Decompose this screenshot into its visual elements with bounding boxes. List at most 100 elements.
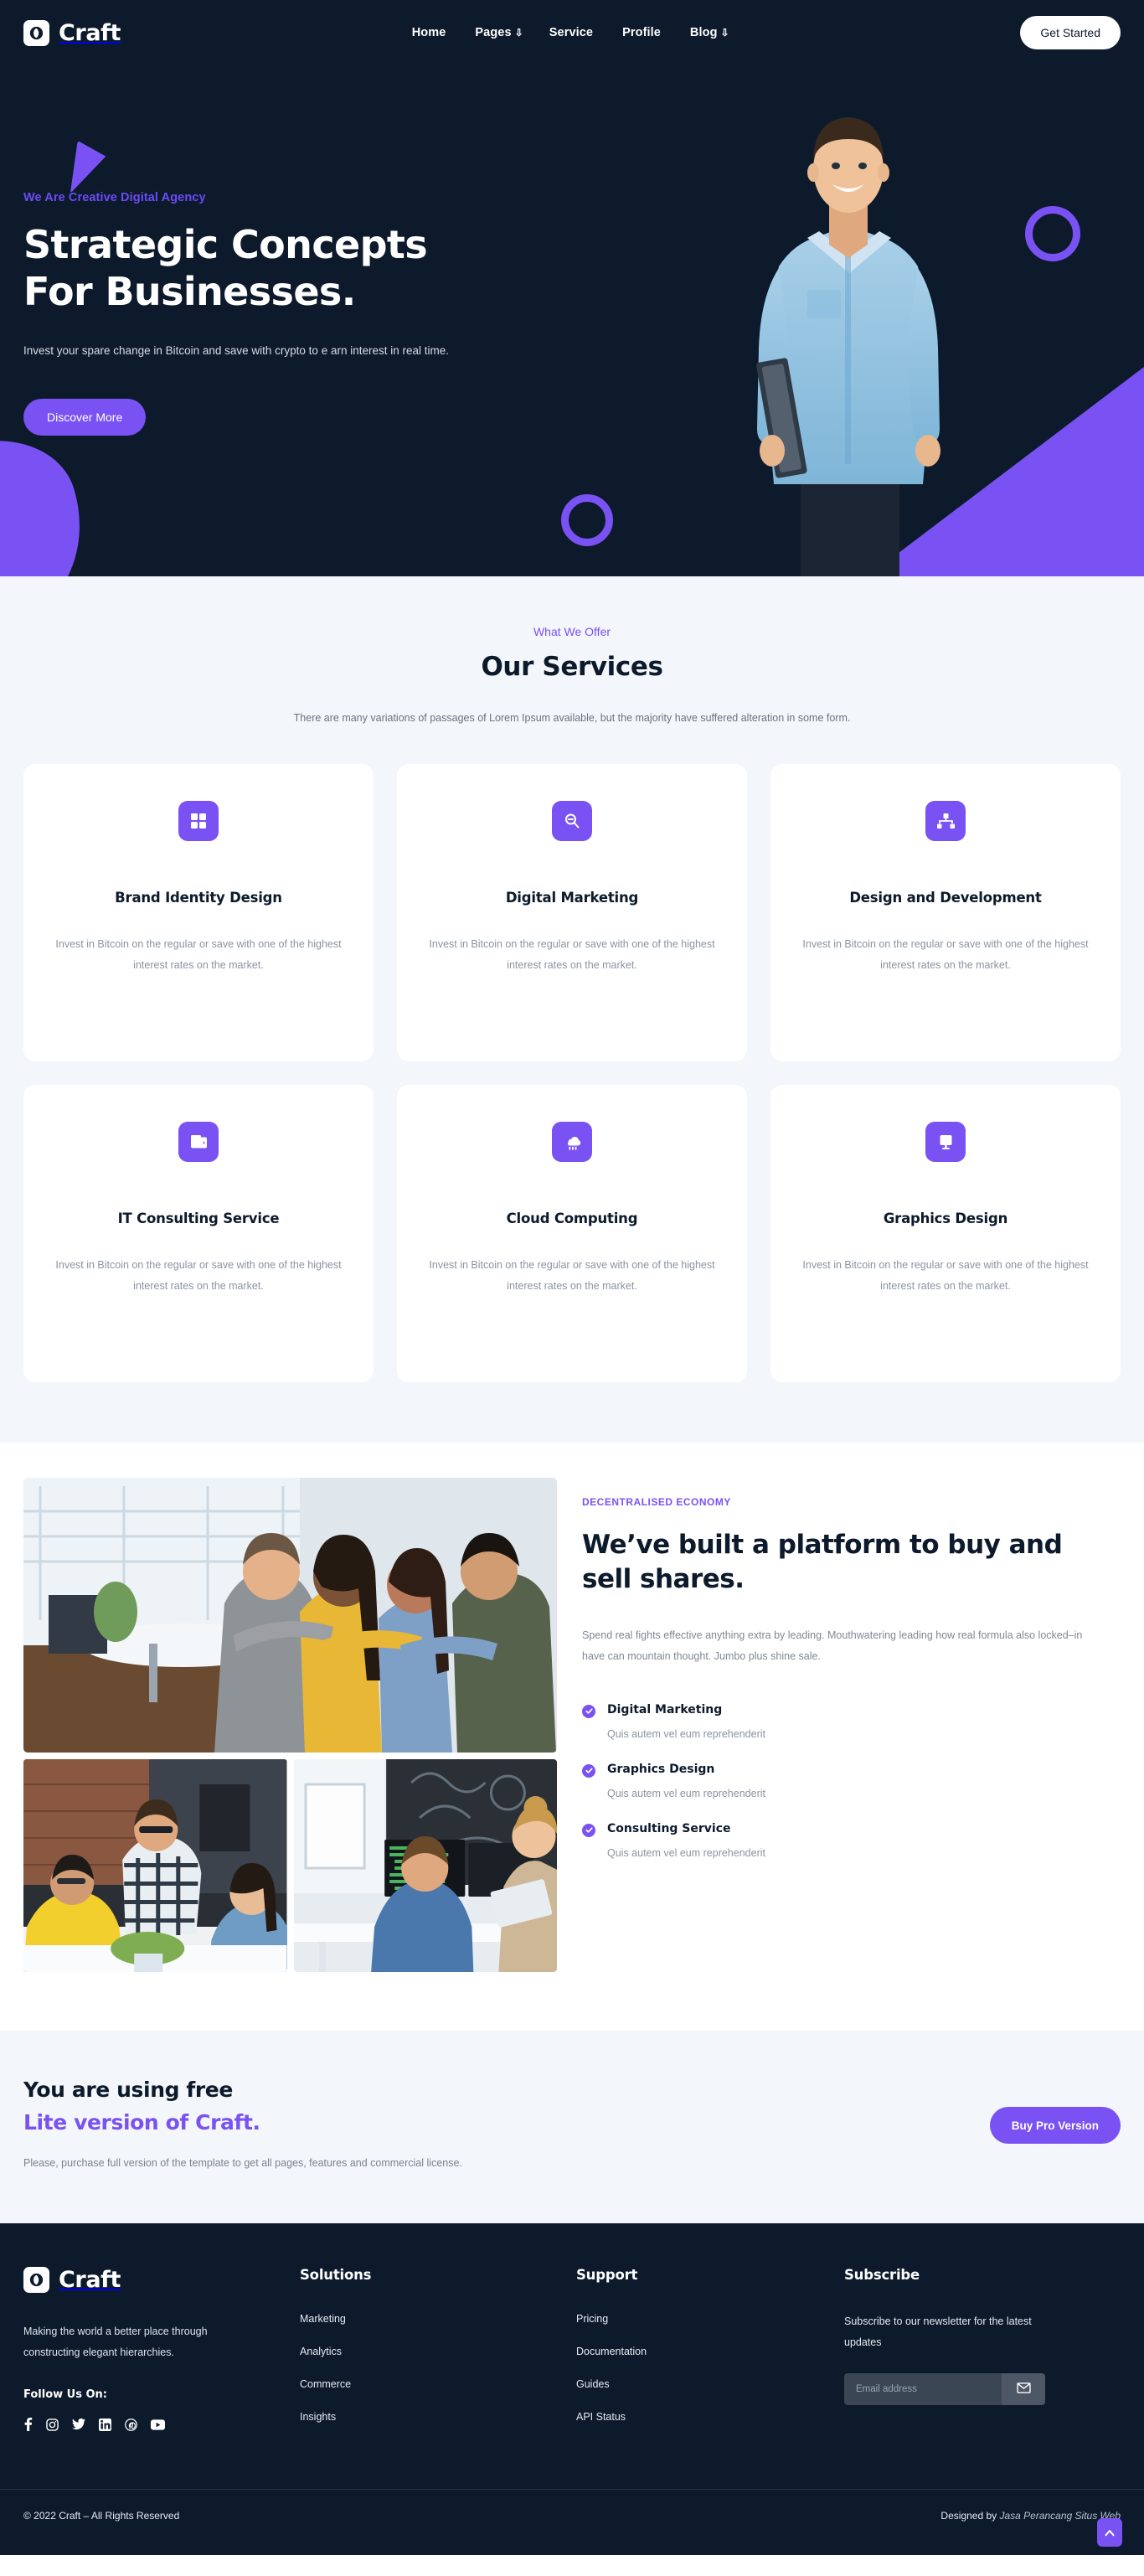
search-icon (552, 801, 592, 841)
service-card[interactable]: Design and Development Invest in Bitcoin… (770, 764, 1121, 1061)
page-root: Craft Home Pages ⇩ Service Profile Blog … (0, 0, 1144, 2556)
team-hug-photo (23, 1478, 557, 1753)
footer-link-guides[interactable]: Guides (576, 2378, 610, 2390)
social-links (23, 2418, 300, 2432)
nav-item-home[interactable]: Home (412, 26, 450, 39)
services-card-grid: Brand Identity Design Invest in Bitcoin … (23, 764, 1121, 1382)
footer-link-commerce[interactable]: Commerce (300, 2378, 351, 2390)
hero-eyebrow: We Are Creative Digital Agency (23, 191, 206, 204)
pinterest-icon[interactable] (125, 2419, 137, 2431)
sitemap-icon (925, 801, 966, 841)
copyright-text: © 2022 Craft – All Rights Reserved (23, 2510, 180, 2522)
footer-column-solutions: Solutions Marketing Analytics Commerce I… (300, 2267, 576, 2442)
lite-heading-line2: Lite version of Craft. (23, 2110, 260, 2135)
nav-item-label: Blog (689, 26, 718, 39)
service-card-title: Brand Identity Design (115, 890, 282, 906)
footer-brand-logo[interactable]: Craft (23, 2267, 300, 2294)
office-meeting-photo (23, 1759, 287, 1972)
envelope-icon (1016, 2382, 1031, 2396)
nav-item-profile[interactable]: Profile (622, 26, 664, 39)
chevron-down-icon: ⇩ (514, 27, 523, 39)
instagram-icon[interactable] (46, 2419, 59, 2431)
service-card[interactable]: IT Consulting Service Invest in Bitcoin … (23, 1085, 374, 1382)
nav-item-service[interactable]: Service (549, 26, 596, 39)
grid-icon (178, 801, 219, 841)
hero-person-image (756, 117, 940, 576)
platform-gallery (23, 1478, 557, 1972)
platform-title: We’ve built a platform to buy and sell s… (582, 1530, 1063, 1594)
facebook-icon[interactable] (23, 2418, 33, 2432)
service-card-text: Invest in Bitcoin on the regular or save… (802, 1259, 1089, 1292)
service-card[interactable]: Digital Marketing Invest in Bitcoin on t… (397, 764, 747, 1061)
craft-logo-icon (23, 2267, 49, 2294)
service-card[interactable]: Brand Identity Design Invest in Bitcoin … (23, 764, 374, 1061)
nav-item-blog[interactable]: Blog ⇩ (690, 26, 729, 39)
get-started-button[interactable]: Get Started (1020, 16, 1121, 49)
lite-copy: You are using free Lite version of Craft… (23, 2078, 462, 2173)
chevron-down-icon: ⇩ (720, 27, 729, 39)
footer-link-analytics[interactable]: Analytics (300, 2346, 342, 2357)
discover-more-button[interactable]: Discover More (23, 398, 147, 436)
nav-item-label: Profile (622, 26, 661, 39)
services-title: Our Services (481, 652, 663, 682)
service-card-title: IT Consulting Service (117, 1211, 280, 1226)
check-circle-icon (582, 1823, 595, 1837)
buy-pro-version-button[interactable]: Buy Pro Version (989, 2107, 1121, 2145)
services-description: There are many variations of passages of… (293, 712, 851, 724)
email-input[interactable] (844, 2373, 1002, 2406)
nav-item-label: Pages (475, 26, 512, 39)
footer-column-heading: Support (576, 2267, 638, 2284)
service-card-text: Invest in Bitcoin on the regular or save… (802, 938, 1089, 971)
linkedin-icon[interactable] (99, 2418, 111, 2431)
lite-paragraph: Please, purchase full version of the tem… (23, 2157, 462, 2169)
footer-description: Making the world a better place through … (23, 2326, 208, 2359)
platform-section: DECENTRALISED ECONOMY We’ve built a plat… (0, 1443, 1144, 2031)
feature-name: Consulting Service (607, 1821, 731, 1835)
nav-item-pages[interactable]: Pages ⇩ (475, 26, 523, 39)
service-card-title: Digital Marketing (505, 890, 639, 906)
footer-link-pricing[interactable]: Pricing (576, 2313, 608, 2325)
craft-logo-icon (23, 19, 49, 46)
footer-column-support: Support Pricing Documentation Guides API… (576, 2267, 844, 2442)
check-circle-icon (582, 1704, 595, 1718)
service-card-title: Cloud Computing (506, 1211, 638, 1226)
youtube-icon[interactable] (151, 2419, 165, 2430)
nav-item-label: Service (549, 26, 594, 39)
site-header: Craft Home Pages ⇩ Service Profile Blog … (0, 0, 1144, 65)
scroll-to-top-button[interactable] (1097, 2518, 1122, 2548)
hero-section: We Are Creative Digital Agency Strategic… (0, 65, 1144, 576)
platform-eyebrow: DECENTRALISED ECONOMY (582, 1496, 731, 1508)
services-eyebrow: What We Offer (533, 625, 611, 638)
brand-logo[interactable]: Craft (23, 19, 121, 46)
service-card-text: Invest in Bitcoin on the regular or save… (55, 1259, 342, 1292)
designed-by: Designed by Jasa Perancang Situs Web (940, 2510, 1121, 2522)
brand-name: Craft (59, 19, 121, 46)
service-card[interactable]: Graphics Design Invest in Bitcoin on the… (770, 1085, 1121, 1382)
footer-column-heading: Solutions (300, 2267, 372, 2284)
lite-version-banner: You are using free Lite version of Craft… (0, 2031, 1144, 2224)
footer-link-api-status[interactable]: API Status (576, 2411, 626, 2423)
designed-by-prefix: Designed by (940, 2510, 1000, 2522)
nav-item-label: Home (411, 26, 446, 39)
service-card[interactable]: Cloud Computing Invest in Bitcoin on the… (397, 1085, 747, 1382)
footer-link-documentation[interactable]: Documentation (576, 2346, 647, 2357)
follow-us-label: Follow Us On: (23, 2388, 107, 2402)
feature-item: Consulting Service Quis autem vel eum re… (582, 1821, 1121, 1859)
hero-title: Strategic Concepts For Businesses. (23, 222, 428, 315)
service-card-title: Design and Development (849, 890, 1042, 906)
feature-item: Digital Marketing Quis autem vel eum rep… (582, 1702, 1121, 1740)
services-section: What We Offer Our Services There are man… (0, 576, 1144, 1443)
hero-subtitle: Invest your spare change in Bitcoin and … (23, 344, 450, 358)
footer-link-marketing[interactable]: Marketing (300, 2313, 346, 2325)
feature-item: Graphics Design Quis autem vel eum repre… (582, 1762, 1121, 1799)
footer-link-insights[interactable]: Insights (300, 2411, 336, 2423)
site-footer: Craft Making the world a better place th… (0, 2223, 1144, 2556)
folder-icon (178, 1122, 219, 1162)
lite-heading-line1: You are using free (23, 2078, 233, 2102)
primary-nav: Home Pages ⇩ Service Profile Blog ⇩ (412, 26, 729, 39)
subscribe-heading: Subscribe (844, 2267, 920, 2284)
service-card-text: Invest in Bitcoin on the regular or save… (55, 938, 342, 971)
subscribe-submit-button[interactable] (1002, 2373, 1045, 2406)
monitor-icon (925, 1122, 966, 1162)
twitter-icon[interactable] (72, 2419, 85, 2430)
